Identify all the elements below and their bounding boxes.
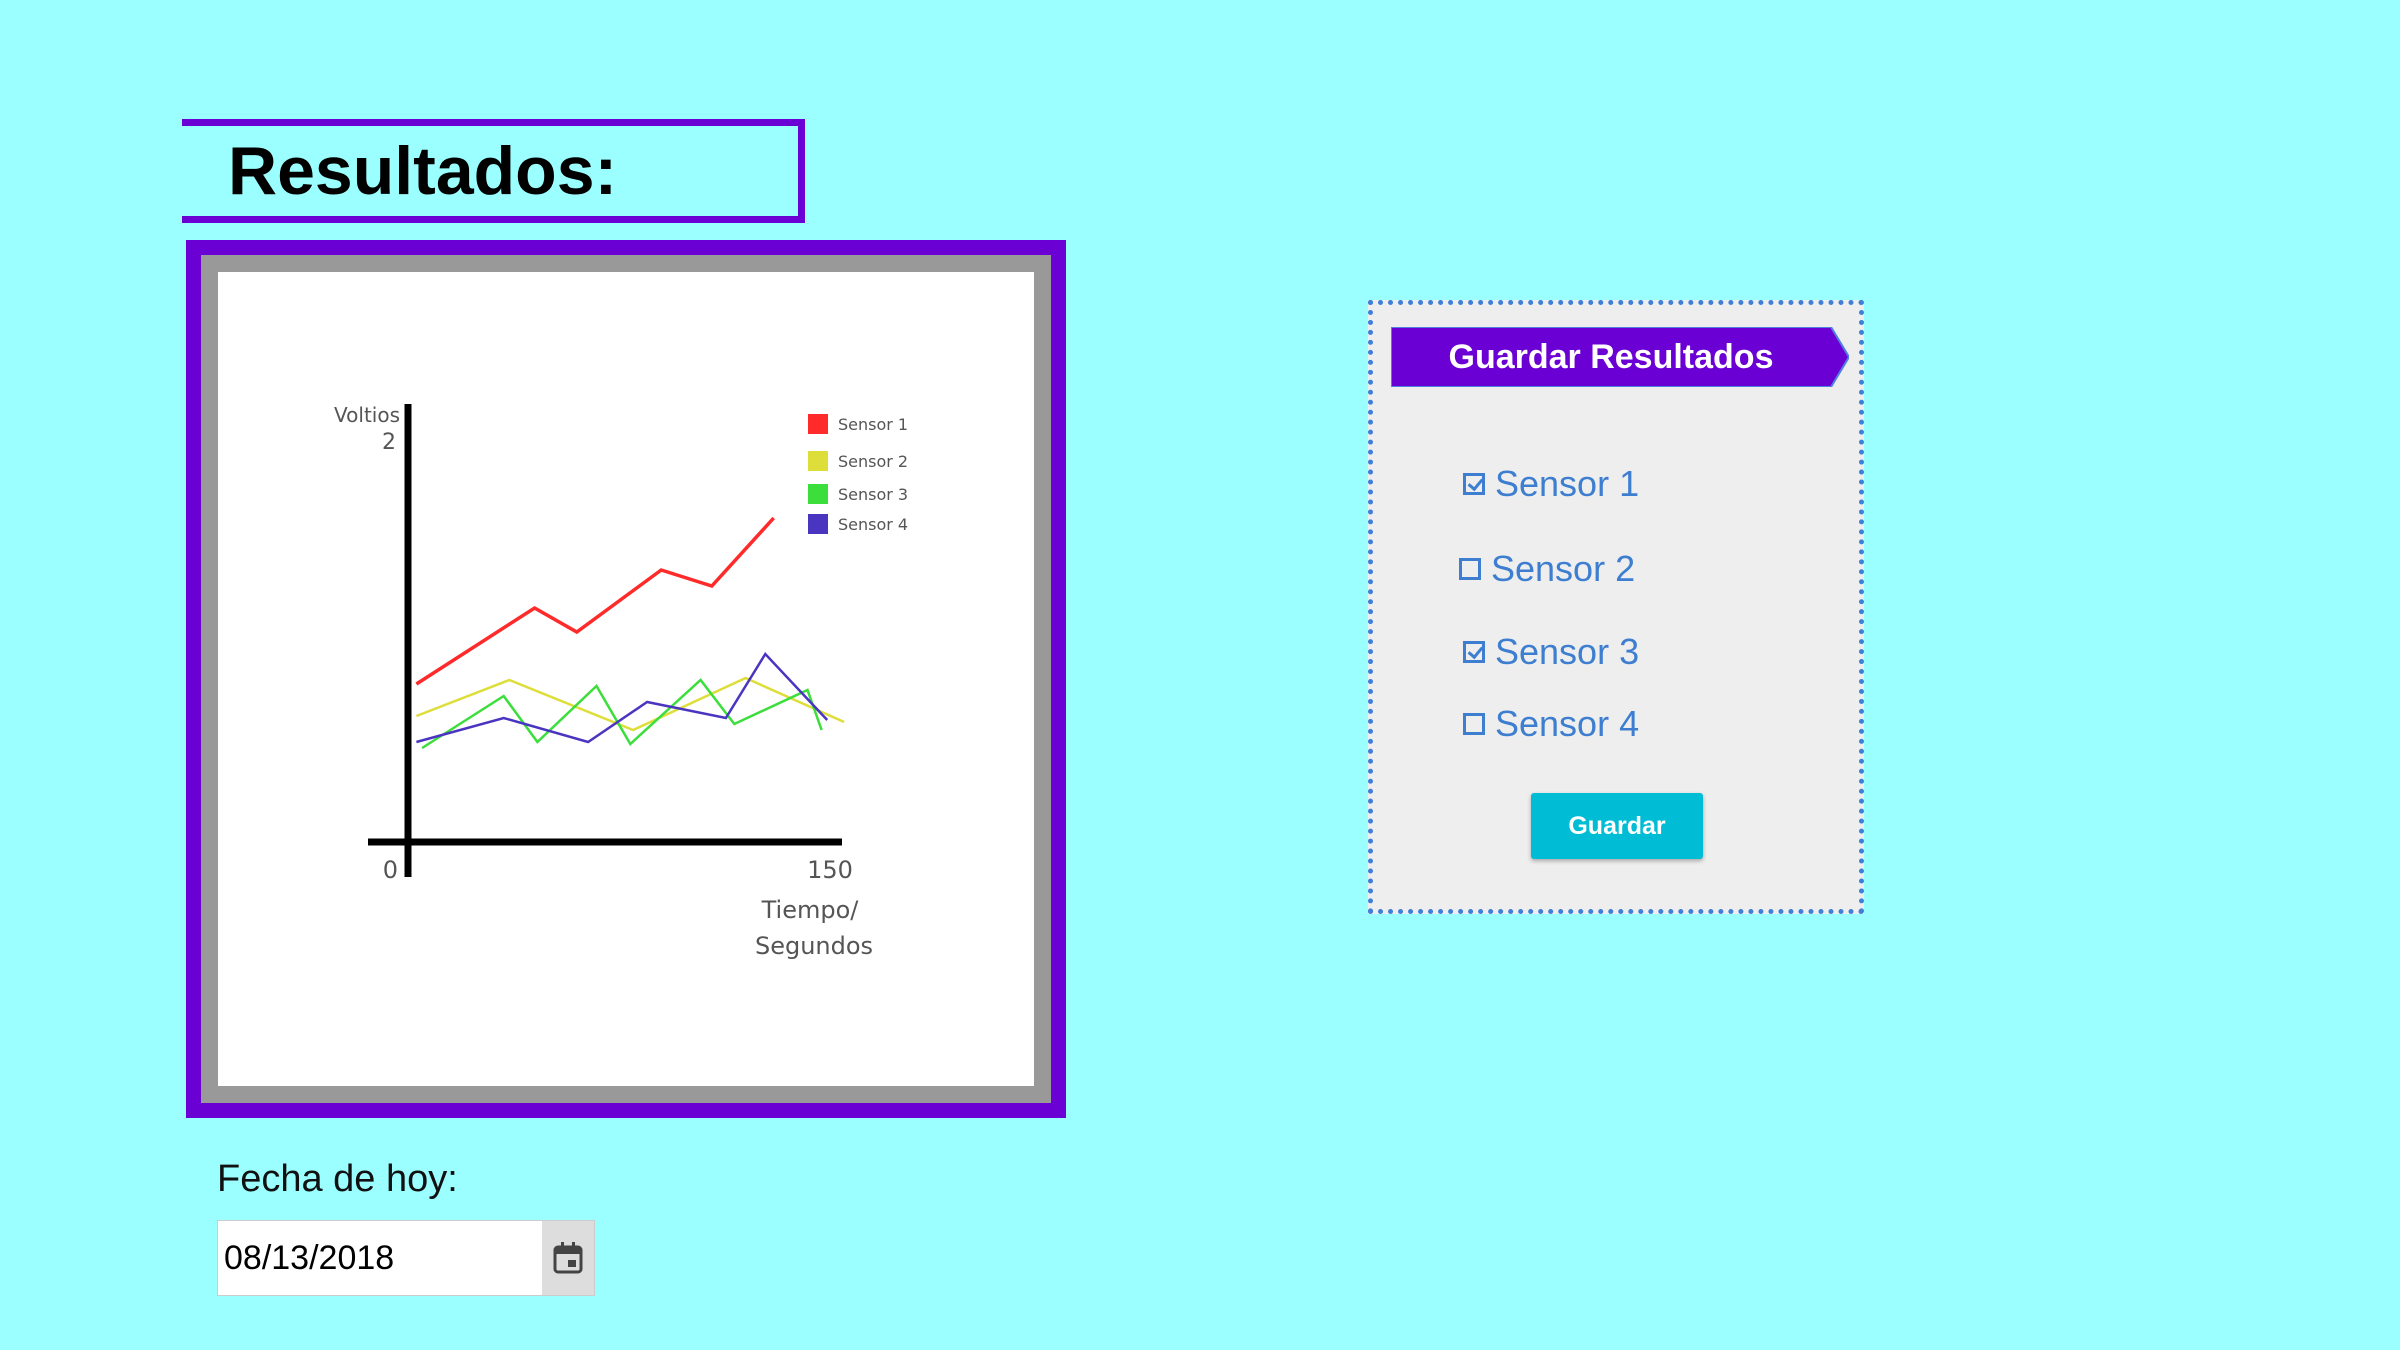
checkbox-box[interactable]	[1459, 558, 1481, 580]
legend-swatch-2	[808, 451, 828, 471]
calendar-icon	[553, 1242, 583, 1274]
legend-swatch-3	[808, 484, 828, 504]
chart-canvas: Voltios 2 0 150 Tiempo/Segundos Sensor 1 Senso…	[218, 272, 1034, 1086]
y-axis-label: Voltios	[334, 403, 400, 427]
checkbox-sensor-4[interactable]: Sensor 4	[1463, 703, 1639, 745]
date-value[interactable]: 08/13/2018	[218, 1239, 542, 1278]
checkbox-box[interactable]	[1463, 641, 1485, 663]
checkbox-box[interactable]	[1463, 713, 1485, 735]
chart-frame: Voltios 2 0 150 Tiempo/Segundos Sensor 1 Senso…	[186, 240, 1066, 1118]
legend-label-2: Sensor 2	[838, 452, 908, 471]
legend-label-4: Sensor 4	[838, 515, 908, 534]
panel-banner: Guardar Resultados	[1391, 327, 1849, 387]
page-title: Resultados:	[228, 133, 618, 209]
x-axis-label: Tiempo/	[761, 896, 860, 924]
y-tick-label: 2	[382, 430, 396, 455]
legend-label-3: Sensor 3	[838, 485, 908, 504]
checkbox-label: Sensor 1	[1495, 463, 1640, 504]
legend-swatch-1	[808, 414, 828, 434]
x-axis-label: Segundos	[755, 932, 873, 960]
checkbox-label: Sensor 2	[1491, 548, 1636, 589]
x-tick-label: 150	[807, 856, 853, 884]
save-results-panel: Guardar Resultados Sensor 1 Sensor 2 Sen…	[1368, 300, 1864, 914]
checkbox-label: Sensor 4	[1495, 703, 1640, 744]
panel-banner-title: Guardar Resultados	[1448, 338, 1774, 376]
checkbox-box[interactable]	[1463, 473, 1485, 495]
checkbox-sensor-2[interactable]: Sensor 2	[1459, 548, 1635, 590]
checkbox-label: Sensor 3	[1495, 631, 1640, 672]
x-tick-label: 0	[383, 856, 398, 884]
results-title-box: Resultados:	[182, 119, 805, 223]
save-button[interactable]: Guardar	[1531, 793, 1703, 859]
checkbox-sensor-3[interactable]: Sensor 3	[1463, 631, 1639, 673]
series-line-1	[415, 516, 775, 686]
checkbox-sensor-1[interactable]: Sensor 1	[1463, 463, 1639, 505]
line-chart: Voltios 2 0 150 Tiempo/Segundos Sensor 1 Senso…	[334, 403, 908, 960]
legend-swatch-4	[808, 514, 828, 534]
legend-label-1: Sensor 1	[838, 415, 908, 434]
date-label: Fecha de hoy:	[217, 1158, 458, 1200]
date-input[interactable]: 08/13/2018	[217, 1220, 595, 1296]
calendar-button[interactable]	[542, 1221, 594, 1295]
